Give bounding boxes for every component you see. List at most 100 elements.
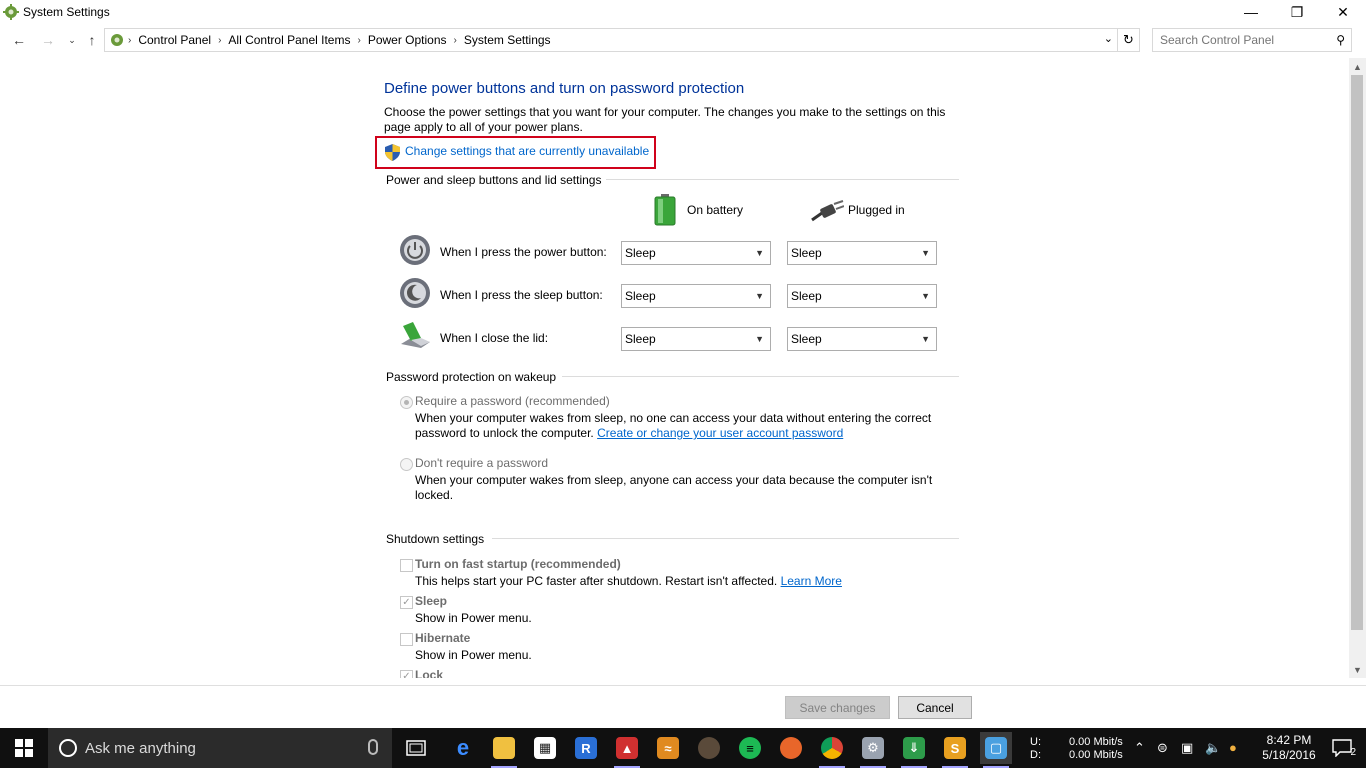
action-center-button[interactable]: 2	[1326, 732, 1358, 764]
volume-icon[interactable]: 🔈	[1205, 740, 1221, 756]
search-input[interactable]	[1153, 29, 1323, 51]
notification-count: 2	[1350, 747, 1356, 758]
taskbar-file-explorer[interactable]	[488, 732, 520, 768]
address-dropdown-icon[interactable]: ⌄	[1104, 32, 1113, 45]
select-value: Sleep	[791, 289, 822, 303]
search-box[interactable]: ⚲	[1152, 28, 1352, 52]
no-password-desc-2: locked.	[415, 488, 454, 502]
arrow-right-icon: →	[41, 32, 55, 48]
breadcrumb[interactable]: › Control Panel › All Control Panel Item…	[104, 28, 1140, 52]
refresh-button[interactable]: ↻	[1117, 29, 1139, 51]
taskbar-app-gears[interactable]: ⚙	[857, 732, 889, 768]
store-icon: ▦	[534, 737, 556, 759]
breadcrumb-all-items[interactable]: All Control Panel Items	[228, 33, 350, 47]
hibernate-label: Hibernate	[415, 631, 471, 645]
require-password-desc: When your computer wakes from sleep, no …	[415, 411, 932, 425]
cancel-button[interactable]: Cancel	[898, 696, 972, 719]
sleep-desc: Show in Power menu.	[415, 611, 532, 625]
download-manager-icon: ⇓	[903, 737, 925, 759]
title-bar: System Settings — ❐ ✕	[0, 0, 1366, 24]
upload-rate: 0.00 Mbit/s	[1069, 736, 1123, 748]
weather-icon[interactable]: ●	[1229, 740, 1237, 755]
cortana-placeholder: Ask me anything	[85, 739, 196, 757]
power-button-battery-select[interactable]: Sleep ▼	[621, 241, 771, 265]
cortana-search-box[interactable]: Ask me anything	[48, 728, 392, 768]
require-password-desc-2: password to unlock the computer. Create …	[415, 426, 843, 441]
address-bar: ← → ⌄ ↑ › Control Panel › All Control Pa…	[0, 26, 1366, 54]
select-value: Sleep	[625, 289, 656, 303]
taskbar-app-download[interactable]: ⇓	[898, 732, 930, 768]
fast-startup-desc: This helps start your PC faster after sh…	[415, 574, 842, 589]
clock[interactable]: 8:42 PM 5/18/2016	[1259, 733, 1319, 763]
power-button-plugged-select[interactable]: Sleep ▼	[787, 241, 937, 265]
chevron-down-icon: ▼	[755, 291, 764, 301]
task-view-button[interactable]	[400, 732, 432, 764]
change-password-link[interactable]: Create or change your user account passw…	[597, 426, 843, 440]
taskbar-firefox[interactable]	[775, 732, 807, 764]
taskbar-app-avatar[interactable]	[693, 732, 725, 764]
network-icon[interactable]: ▣	[1181, 740, 1193, 756]
no-password-radio[interactable]	[400, 458, 413, 471]
back-button[interactable]: ←	[9, 30, 29, 50]
password-section-title: Password protection on wakeup	[386, 370, 557, 384]
taskbar-spotify[interactable]: ≡	[734, 732, 766, 764]
learn-more-link[interactable]: Learn More	[781, 574, 842, 588]
fast-startup-label: Turn on fast startup (recommended)	[415, 557, 621, 571]
close-lid-battery-select[interactable]: Sleep ▼	[621, 327, 771, 351]
uac-shield-icon	[385, 144, 400, 161]
chrome-icon	[821, 737, 843, 759]
fast-startup-checkbox[interactable]	[400, 559, 413, 572]
taskbar-chrome[interactable]	[816, 732, 848, 768]
save-changes-button[interactable]: Save changes	[785, 696, 890, 719]
taskbar-app-r[interactable]: R	[570, 732, 602, 764]
scroll-down-arrow-icon[interactable]: ▼	[1349, 661, 1366, 678]
scroll-up-arrow-icon[interactable]: ▲	[1349, 58, 1366, 75]
forward-button[interactable]: →	[38, 30, 58, 50]
close-button[interactable]: ✕	[1320, 0, 1366, 24]
sleep-checkbox[interactable]: ✓	[400, 596, 413, 609]
lock-label: Lock	[415, 668, 444, 678]
sleep-button-battery-select[interactable]: Sleep ▼	[621, 284, 771, 308]
search-icon[interactable]: ⚲	[1336, 33, 1345, 47]
ime-icon[interactable]: ⊜	[1157, 740, 1168, 756]
chevron-down-icon: ⌄	[68, 34, 76, 45]
start-button[interactable]	[0, 728, 48, 768]
change-settings-link[interactable]: Change settings that are currently unava…	[405, 144, 649, 158]
lock-checkbox[interactable]: ✓	[400, 670, 413, 678]
minimize-button[interactable]: —	[1228, 0, 1274, 24]
divider	[492, 538, 959, 539]
on-battery-header: On battery	[687, 203, 744, 217]
fast-startup-desc-text: This helps start your PC faster after sh…	[415, 574, 778, 588]
arrow-left-icon: ←	[12, 32, 26, 48]
taskbar-popcorn[interactable]: ▲	[611, 732, 643, 768]
vertical-scrollbar[interactable]: ▲ ▼	[1349, 58, 1366, 678]
flame-icon: ≈	[657, 737, 679, 759]
microphone-icon[interactable]	[368, 739, 378, 755]
hibernate-checkbox[interactable]	[400, 633, 413, 646]
clock-date: 5/18/2016	[1262, 748, 1316, 762]
recent-locations-button[interactable]: ⌄	[62, 30, 82, 50]
dialog-button-bar: Save changes Cancel	[0, 685, 1366, 728]
close-lid-plugged-select[interactable]: Sleep ▼	[787, 327, 937, 351]
control-panel-icon	[111, 34, 123, 46]
notification-icon	[1332, 739, 1352, 757]
maximize-button[interactable]: ❐	[1274, 0, 1320, 24]
taskbar-app-sublime[interactable]: S	[939, 732, 971, 768]
breadcrumb-control-panel[interactable]: Control Panel	[138, 33, 211, 47]
show-hidden-icons-icon[interactable]: ⌃	[1134, 740, 1145, 756]
taskbar-edge[interactable]: e	[447, 732, 479, 764]
chevron-right-icon: ›	[128, 34, 132, 46]
breadcrumb-system-settings[interactable]: System Settings	[464, 33, 551, 47]
taskbar-store[interactable]: ▦	[529, 732, 561, 764]
up-button[interactable]: ↑	[82, 30, 102, 50]
scrollbar-thumb[interactable]	[1351, 75, 1363, 630]
taskbar-app-flame[interactable]: ≈	[652, 732, 684, 764]
breadcrumb-power-options[interactable]: Power Options	[368, 33, 447, 47]
require-password-radio[interactable]	[400, 396, 413, 409]
sleep-button-plugged-select[interactable]: Sleep ▼	[787, 284, 937, 308]
change-settings-link-box[interactable]: Change settings that are currently unava…	[375, 136, 656, 169]
select-value: Sleep	[791, 246, 822, 260]
taskbar-control-panel[interactable]: ▢	[980, 732, 1012, 768]
select-value: Sleep	[791, 332, 822, 346]
r-app-icon: R	[575, 737, 597, 759]
